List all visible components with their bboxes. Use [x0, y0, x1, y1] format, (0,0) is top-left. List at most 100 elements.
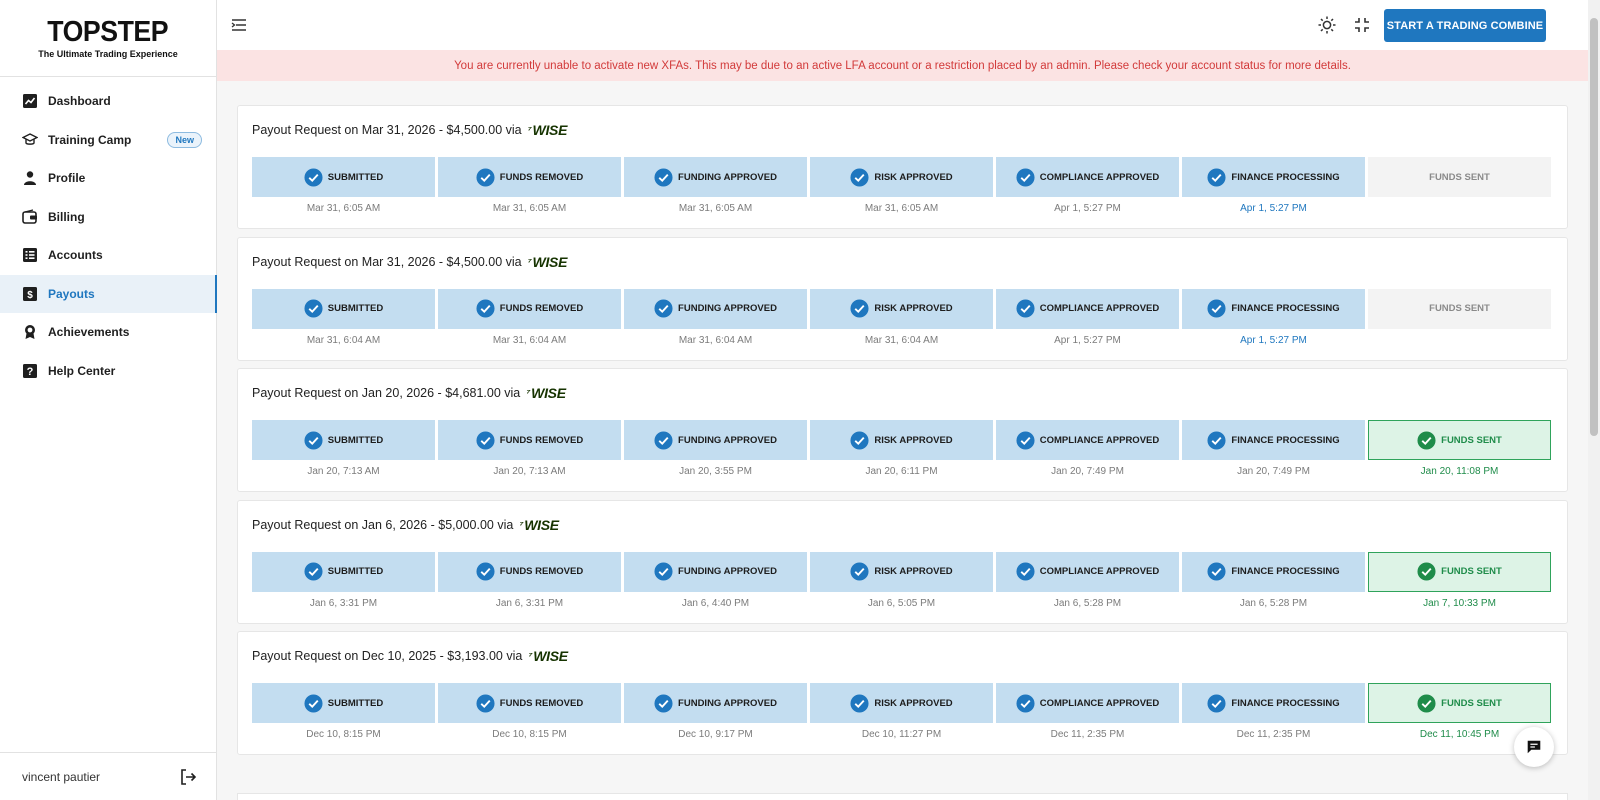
step-label: RISK APPROVED — [874, 303, 953, 314]
check-circle-icon — [304, 693, 328, 713]
wise-logo: ⁷ WISE — [526, 385, 566, 401]
step-box: FUNDS SENT — [1368, 551, 1551, 592]
chat-button[interactable] — [1514, 727, 1554, 767]
sidebar-item-label: Achievements — [48, 325, 130, 340]
page-scrollbar[interactable] — [1588, 0, 1600, 800]
step-time: Mar 31, 6:04 AM — [492, 334, 567, 346]
step-time: Jan 6, 3:31 PM — [495, 597, 564, 609]
step-funds-sent: FUNDS SENT Jan 7, 10:33 PM — [1368, 551, 1551, 610]
step-label: FUNDING APPROVED — [678, 303, 777, 314]
wise-wordmark: WISE — [524, 516, 559, 533]
step-label: FUNDING APPROVED — [678, 697, 777, 709]
check-circle-icon — [654, 430, 678, 450]
step-label: RISK APPROVED — [874, 566, 953, 577]
brand-logo[interactable]: TOPSTEP The Ultimate Trading Experience — [0, 0, 216, 77]
dollar-icon: $ — [22, 286, 38, 302]
step-time: Jan 6, 5:28 PM — [1053, 597, 1122, 609]
check-circle-icon — [1207, 693, 1231, 713]
payout-request-card: Payout Request on Mar 31, 2026 - $4,500.… — [237, 236, 1568, 361]
step-label: FUNDING APPROVED — [678, 434, 777, 446]
sidebar-item-profile[interactable]: Profile — [0, 159, 216, 198]
fullscreen-exit-icon[interactable] — [1352, 15, 1372, 35]
wise-logo: ⁷ WISE — [528, 122, 568, 138]
sidebar-nav: Dashboard Training Camp New Profile Bill… — [0, 77, 217, 391]
check-circle-icon — [850, 299, 874, 318]
logout-icon[interactable] — [179, 768, 197, 786]
wise-logo: ⁷ WISE — [528, 648, 568, 664]
sidebar-item-training-camp[interactable]: Training Camp New — [0, 121, 216, 160]
start-trading-combine-button[interactable]: START A TRADING COMBINE — [1384, 9, 1546, 42]
step-time: Mar 31, 6:04 AM — [678, 334, 753, 346]
step-label: FINANCE PROCESSING — [1231, 303, 1340, 314]
payout-request-text: Payout Request on Mar 31, 2026 - $4,500.… — [252, 123, 522, 137]
check-circle-icon — [654, 562, 678, 581]
step-box: FINANCE PROCESSING — [1182, 551, 1365, 592]
wise-flag-icon: ⁷ — [519, 518, 524, 531]
step-funding-approved: FUNDING APPROVED Jan 6, 4:40 PM — [624, 551, 807, 610]
check-circle-icon — [476, 299, 500, 318]
step-box: SUBMITTED — [252, 551, 435, 592]
step-time: Jan 6, 3:31 PM — [309, 597, 378, 609]
step-funds-removed: FUNDS REMOVED Jan 20, 7:13 AM — [438, 420, 621, 478]
person-icon — [22, 170, 38, 186]
top-header: START A TRADING COMBINE — [217, 0, 1588, 50]
menu-collapse-icon[interactable] — [230, 16, 248, 34]
step-box: RISK APPROVED — [810, 288, 993, 329]
step-time: Mar 31, 6:05 AM — [678, 203, 753, 214]
step-box: FUNDS SENT — [1368, 683, 1551, 723]
step-submitted: SUBMITTED Jan 20, 7:13 AM — [252, 420, 435, 478]
step-submitted: SUBMITTED Jan 6, 3:31 PM — [252, 551, 435, 610]
sidebar-item-dashboard[interactable]: Dashboard — [0, 82, 216, 121]
check-circle-icon — [304, 167, 328, 187]
step-label: FUNDS REMOVED — [499, 434, 584, 446]
check-circle-icon — [476, 562, 500, 581]
step-time: Mar 31, 6:05 AM — [492, 203, 567, 214]
step-box: COMPLIANCE APPROVED — [996, 683, 1179, 723]
step-label: FINANCE PROCESSING — [1231, 171, 1340, 183]
step-finance-processing: FINANCE PROCESSING Jan 20, 7:49 PM — [1182, 420, 1365, 478]
payout-request-card: Payout Request on Dec 10, 2025 - $3,193.… — [237, 631, 1568, 755]
payout-request-title: Payout Request on Jan 20, 2026 - $4,681.… — [252, 385, 566, 401]
theme-toggle-icon[interactable] — [1317, 15, 1337, 35]
step-time: Jan 20, 7:49 PM — [1051, 466, 1124, 477]
sidebar-item-help-center[interactable]: ? Help Center — [0, 352, 216, 391]
step-label: FUNDS SENT — [1429, 303, 1490, 314]
step-funding-approved: FUNDING APPROVED Dec 10, 9:17 PM — [624, 683, 807, 741]
sidebar-item-billing[interactable]: Billing — [0, 198, 216, 237]
chat-icon — [1527, 740, 1541, 754]
payout-steps: SUBMITTED Mar 31, 6:04 AM FUNDS REMOVED Mar… — [252, 288, 1551, 347]
scrollbar-thumb[interactable] — [1590, 18, 1598, 436]
wise-wordmark: WISE — [531, 385, 566, 401]
step-risk-approved: RISK APPROVED Jan 6, 5:05 PM — [810, 551, 993, 610]
check-circle-icon — [1207, 299, 1231, 318]
step-label: SUBMITTED — [327, 434, 384, 446]
step-compliance-approved: COMPLIANCE APPROVED Apr 1, 5:27 PM — [996, 157, 1179, 215]
wise-flag-icon: ⁷ — [527, 124, 532, 136]
payout-request-card: Payout Request on Jan 6, 2026 - $5,000.0… — [237, 499, 1568, 624]
step-label: SUBMITTED — [327, 171, 384, 183]
step-label: COMPLIANCE APPROVED — [1039, 171, 1160, 183]
check-circle-icon — [850, 430, 874, 450]
sidebar-item-achievements[interactable]: Achievements — [0, 313, 216, 352]
wise-flag-icon: ⁷ — [527, 255, 532, 268]
step-label: RISK APPROVED — [874, 434, 953, 446]
sidebar-item-accounts[interactable]: Accounts — [0, 236, 216, 275]
svg-text:?: ? — [27, 366, 34, 378]
sidebar-item-label: Payouts — [48, 286, 95, 301]
step-submitted: SUBMITTED Mar 31, 6:04 AM — [252, 288, 435, 347]
step-box: FINANCE PROCESSING — [1182, 157, 1365, 197]
step-compliance-approved: COMPLIANCE APPROVED Jan 6, 5:28 PM — [996, 551, 1179, 610]
step-time: Mar 31, 6:04 AM — [306, 334, 381, 346]
step-finance-processing: FINANCE PROCESSING Dec 11, 2:35 PM — [1182, 683, 1365, 741]
step-time: Dec 10, 8:15 PM — [306, 729, 381, 740]
step-time: Apr 1, 5:27 PM — [1240, 203, 1307, 214]
check-circle-icon — [304, 430, 328, 450]
sidebar-item-label: Help Center — [48, 363, 116, 378]
step-box: FUNDING APPROVED — [624, 683, 807, 723]
sidebar-item-payouts[interactable]: $ Payouts — [0, 274, 217, 313]
step-time: Jan 20, 11:08 PM — [1420, 466, 1499, 477]
step-time: Dec 11, 10:45 PM — [1419, 729, 1500, 740]
check-circle-icon — [850, 562, 874, 581]
sidebar-item-label: Accounts — [48, 248, 103, 263]
wise-logo: ⁷ WISE — [519, 517, 559, 533]
